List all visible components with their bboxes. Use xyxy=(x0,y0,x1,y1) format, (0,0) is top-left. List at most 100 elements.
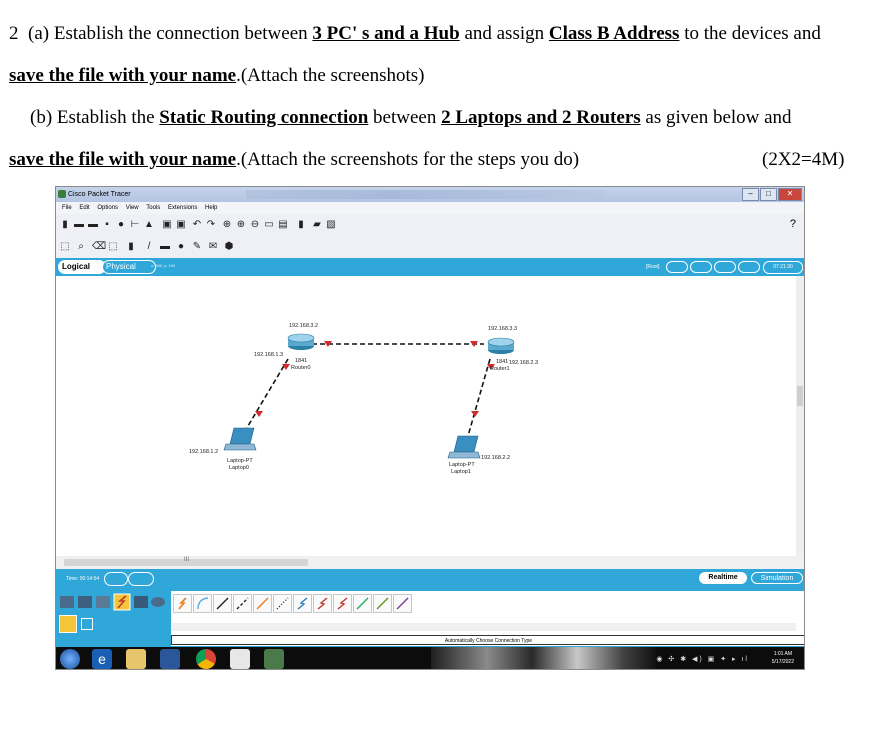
resize-icon[interactable]: ⬚ xyxy=(108,242,118,252)
part-b-text-2: between xyxy=(368,107,442,128)
usb-cable-icon[interactable] xyxy=(393,594,412,613)
wireless-category-icon[interactable] xyxy=(134,596,148,608)
auto-connection-icon[interactable] xyxy=(173,594,192,613)
menu-help[interactable]: Help xyxy=(205,202,217,214)
laptop0[interactable] xyxy=(223,427,257,451)
laptop1-ip: 192.168.2.2 xyxy=(481,455,510,461)
internet-explorer-icon[interactable]: e xyxy=(92,649,112,669)
time-bar: Time: 00:14:54 Realtime Simulation xyxy=(56,569,804,589)
paste-icon[interactable]: ▣ xyxy=(176,220,186,230)
routers-category-icon[interactable] xyxy=(60,596,74,608)
freeform-icon[interactable]: ✎ xyxy=(192,242,202,252)
note-icon[interactable]: ▮ xyxy=(126,242,136,252)
undo-icon[interactable]: ↶ xyxy=(192,220,202,230)
serial-dte-cable-icon[interactable] xyxy=(333,594,352,613)
media-player-icon[interactable] xyxy=(230,649,250,669)
vertical-scrollbar[interactable] xyxy=(796,276,804,556)
palette-icon[interactable]: ▭ xyxy=(264,220,274,230)
redo-icon[interactable]: ↷ xyxy=(206,220,216,230)
logical-workspace[interactable]: 192.168.3.2 192.168.1.3 1841 Router0 192… xyxy=(56,276,798,556)
fast-forward-button[interactable] xyxy=(128,572,154,586)
complex-pdu-icon[interactable]: ⬢ xyxy=(224,242,234,252)
menu-edit[interactable]: Edit xyxy=(79,202,89,214)
draw-ellipse-icon[interactable]: ● xyxy=(176,242,186,252)
laptop1-model: Laptop-PT xyxy=(449,462,475,468)
tab-logical-label: Logical xyxy=(62,262,91,271)
router1[interactable] xyxy=(487,337,515,354)
phone-cable-icon[interactable] xyxy=(273,594,292,613)
file-explorer-icon[interactable] xyxy=(126,649,146,669)
close-button[interactable]: ✕ xyxy=(778,188,802,201)
simple-pdu-icon[interactable]: ✉ xyxy=(208,242,218,252)
zoom-in-icon[interactable]: ⊕ xyxy=(222,220,232,230)
wan-category-icon[interactable] xyxy=(151,597,165,607)
crossover-cable-icon[interactable] xyxy=(233,594,252,613)
start-button-icon[interactable] xyxy=(60,649,80,669)
grid-icon[interactable] xyxy=(81,618,93,630)
move-object-icon[interactable] xyxy=(738,261,760,273)
network-info-icon[interactable]: ▲ xyxy=(144,220,154,230)
selected-connections-icon[interactable] xyxy=(59,615,77,633)
back-navigation-button[interactable] xyxy=(666,261,688,273)
custom-device-icon[interactable]: ▤ xyxy=(278,220,288,230)
packet-tracer-taskbar-icon[interactable] xyxy=(264,649,284,669)
power-cycle-button[interactable] xyxy=(104,572,128,586)
draw-line-icon[interactable]: / xyxy=(144,242,154,252)
select-icon[interactable]: ⬚ xyxy=(60,242,70,252)
serial-dce-cable-icon[interactable] xyxy=(313,594,332,613)
info-icon[interactable]: ● xyxy=(116,220,126,230)
delete-icon[interactable]: ⌫ xyxy=(92,242,106,252)
activity-wizard-icon[interactable]: ▰ xyxy=(312,220,322,230)
menu-extensions[interactable]: Extensions xyxy=(168,202,197,214)
zoom-out-icon[interactable]: ⊖ xyxy=(250,220,260,230)
menu-view[interactable]: View xyxy=(126,202,139,214)
draw-rectangle-icon[interactable]: ▬ xyxy=(160,242,170,252)
link-router1-laptop1[interactable] xyxy=(467,358,491,437)
horizontal-scrollbar[interactable]: III xyxy=(56,556,804,569)
help-icon[interactable]: ? xyxy=(790,218,796,230)
link-router0-laptop0[interactable] xyxy=(241,358,289,437)
part-b-bold-2: 2 Laptops and 2 Routers xyxy=(441,107,641,128)
router0[interactable] xyxy=(287,333,315,350)
open-folder-icon[interactable]: ▬ xyxy=(74,220,84,230)
realtime-mode-button[interactable]: Realtime xyxy=(699,572,747,584)
vertical-scroll-thumb[interactable] xyxy=(797,386,803,406)
menu-file[interactable]: File xyxy=(62,202,72,214)
tab-physical[interactable]: Physical xyxy=(102,260,156,274)
menu-options[interactable]: Options xyxy=(97,202,118,214)
menu-tools[interactable]: Tools xyxy=(146,202,160,214)
new-cluster-icon[interactable] xyxy=(714,261,736,273)
maximize-button[interactable]: □ xyxy=(760,188,777,201)
octal-cable-icon[interactable] xyxy=(353,594,372,613)
part-a-text-4: .(Attach the screenshots) xyxy=(236,65,425,86)
laptop1[interactable] xyxy=(447,435,481,459)
simulation-mode-button[interactable]: Simulation xyxy=(751,572,803,584)
print-icon[interactable]: ▪ xyxy=(102,220,112,230)
console-cable-icon[interactable] xyxy=(193,594,212,613)
menu-bar: File Edit Options View Tools Extensions … xyxy=(56,202,804,214)
fiber-cable-icon[interactable] xyxy=(253,594,272,613)
tab-logical[interactable]: Logical xyxy=(58,260,106,274)
wizard-icon[interactable]: ⊢ xyxy=(130,220,140,230)
part-b-bold-1: Static Routing connection xyxy=(159,107,369,128)
save-icon[interactable]: ▬ xyxy=(88,220,98,230)
minimize-button[interactable]: – xyxy=(742,188,759,201)
switches-category-icon[interactable] xyxy=(78,596,92,608)
zoom-reset-icon[interactable]: ⊕ xyxy=(236,220,246,230)
chrome-icon[interactable] xyxy=(196,649,216,669)
end-devices-category-icon[interactable] xyxy=(96,596,110,608)
connections-category-icon[interactable] xyxy=(113,593,131,611)
part-b-bold-3: save the file with your name xyxy=(9,149,237,170)
connections-scrollbar[interactable] xyxy=(171,623,796,631)
pdu-list-icon[interactable]: ▮ xyxy=(296,220,306,230)
coaxial-cable-icon[interactable] xyxy=(293,594,312,613)
viewport-icon[interactable] xyxy=(690,261,712,273)
image-icon[interactable]: ▧ xyxy=(326,220,336,230)
straight-through-cable-icon[interactable] xyxy=(213,594,232,613)
inspect-icon[interactable]: ⌕ xyxy=(76,242,86,252)
router0-ip-left: 192.168.1.3 xyxy=(254,352,283,358)
word-icon[interactable] xyxy=(160,649,180,669)
new-file-icon[interactable]: ▮ xyxy=(60,220,70,230)
iot-custom-cable-icon[interactable] xyxy=(373,594,392,613)
copy-icon[interactable]: ▣ xyxy=(162,220,172,230)
